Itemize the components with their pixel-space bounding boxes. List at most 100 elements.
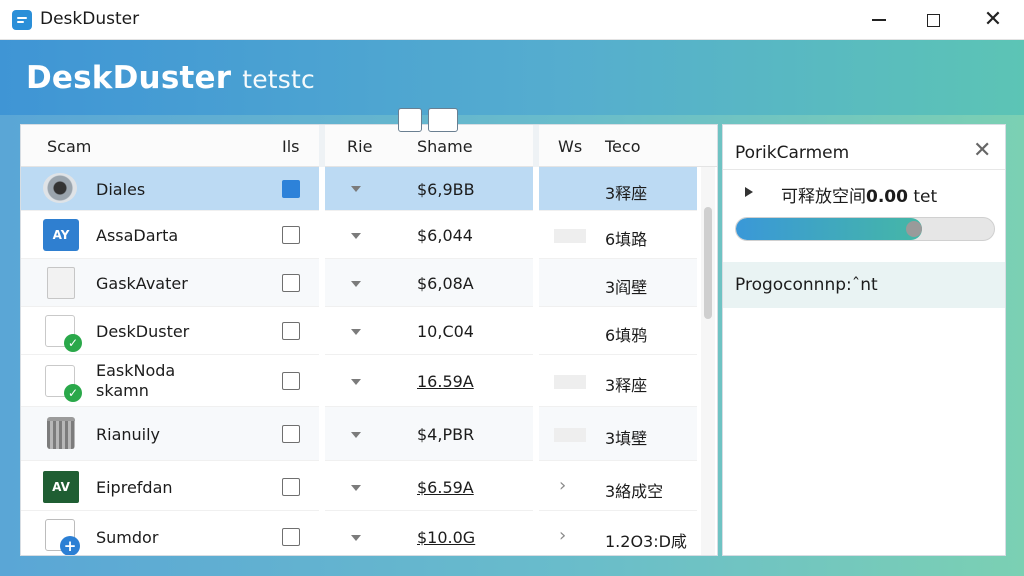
maximize-icon bbox=[926, 13, 940, 27]
placeholder-cell bbox=[554, 375, 586, 389]
row-size: 10,C04 bbox=[417, 322, 474, 341]
chevron-down-icon[interactable] bbox=[351, 329, 361, 335]
row-name: Rianuily bbox=[96, 425, 161, 444]
scrollbar-thumb[interactable] bbox=[704, 207, 712, 319]
section-label: Progoconnnp:ˆnt bbox=[735, 275, 878, 295]
chevron-down-icon[interactable] bbox=[351, 233, 361, 239]
file-table: Scam Ils Rie Shame Ws Teco Diales $6,9BB… bbox=[20, 124, 718, 556]
chevron-right-icon[interactable]: › bbox=[559, 525, 566, 546]
checkmark-icon: ✓ bbox=[64, 334, 82, 352]
app-check-icon: ✓ bbox=[45, 315, 82, 352]
freeable-value: 0.00 bbox=[866, 187, 908, 207]
banner-title-main: DeskDuster bbox=[26, 60, 232, 96]
row-tag: 1.2O3:D咸 bbox=[605, 532, 687, 551]
close-icon[interactable]: ✕ bbox=[973, 138, 991, 163]
row-name: DeskDuster bbox=[96, 322, 190, 341]
table-row[interactable]: ✓ EaskNoda skamn 16.59A 3释座 bbox=[21, 355, 697, 407]
document-icon bbox=[47, 267, 75, 299]
row-size[interactable]: 16.59A bbox=[417, 372, 474, 391]
chevron-right-icon[interactable]: › bbox=[559, 475, 566, 496]
chevron-down-icon[interactable] bbox=[351, 432, 361, 438]
row-checkbox[interactable] bbox=[282, 478, 300, 496]
row-size: $6,044 bbox=[417, 226, 473, 245]
row-checkbox[interactable] bbox=[282, 322, 300, 340]
row-checkbox[interactable] bbox=[282, 274, 300, 292]
freeable-prefix: 可释放空间 bbox=[781, 187, 866, 207]
row-size[interactable]: $6.59A bbox=[417, 478, 474, 497]
page-icon[interactable] bbox=[398, 108, 422, 132]
table-scrollbar[interactable] bbox=[701, 167, 715, 555]
progress-fill bbox=[736, 218, 922, 240]
column-gap bbox=[319, 167, 325, 555]
row-checkbox[interactable] bbox=[282, 372, 300, 390]
media-icon[interactable] bbox=[428, 108, 458, 132]
section-header[interactable]: Progoconnnp:ˆnt bbox=[723, 262, 1005, 308]
freeable-space-text: 可释放空间0.00 tet bbox=[781, 182, 937, 207]
banner: DeskDuster tetstc bbox=[0, 40, 1024, 115]
banner-title: DeskDuster tetstc bbox=[26, 60, 315, 96]
row-tag: 6填路 bbox=[605, 230, 648, 249]
column-header-name[interactable]: Scam bbox=[47, 137, 91, 156]
maximize-button[interactable] bbox=[910, 0, 956, 40]
close-icon: ✕ bbox=[983, 7, 1003, 32]
row-checkbox[interactable] bbox=[282, 425, 300, 443]
column-separator bbox=[533, 125, 539, 167]
row-size[interactable]: $10.0G bbox=[417, 528, 475, 547]
row-name: GaskAvater bbox=[96, 274, 188, 293]
minimize-button[interactable] bbox=[856, 0, 902, 40]
table-row[interactable]: AV Eiprefdan $6.59A › 3絡成空 bbox=[21, 461, 697, 511]
row-size: $6,08A bbox=[417, 274, 474, 293]
image-check-icon: ✓ bbox=[45, 365, 82, 402]
row-tag: 3阎壁 bbox=[605, 278, 648, 297]
column-header-tag[interactable]: Teco bbox=[605, 137, 640, 156]
floating-icons bbox=[398, 108, 458, 134]
freeable-suffix: tet bbox=[907, 187, 938, 207]
table-row[interactable]: Diales $6,9BB 3释座 bbox=[21, 167, 697, 211]
spreadsheet-icon: AV bbox=[43, 471, 79, 503]
row-size: $4,PBR bbox=[417, 425, 475, 444]
column-header-w[interactable]: Ws bbox=[558, 137, 582, 156]
chevron-down-icon[interactable] bbox=[351, 379, 361, 385]
row-name: Diales bbox=[96, 180, 146, 199]
row-checkbox[interactable] bbox=[282, 528, 300, 546]
row-tag: 6填鸦 bbox=[605, 326, 648, 345]
row-name: EaskNoda skamn bbox=[96, 361, 175, 401]
column-header-size[interactable]: Shame bbox=[417, 137, 473, 156]
placeholder-cell bbox=[554, 229, 586, 243]
row-tag: 3填壁 bbox=[605, 429, 648, 448]
expand-icon[interactable] bbox=[745, 187, 753, 197]
minimize-icon bbox=[872, 19, 886, 21]
table-row[interactable]: + Sumdor $10.0G › 1.2O3:D咸 bbox=[21, 511, 697, 555]
row-tag: 3释座 bbox=[605, 376, 648, 395]
app-icon bbox=[12, 10, 32, 30]
column-separator bbox=[319, 125, 325, 167]
chevron-down-icon[interactable] bbox=[351, 485, 361, 491]
row-checkbox[interactable] bbox=[282, 226, 300, 244]
row-name: Sumdor bbox=[96, 528, 159, 547]
column-header-check[interactable]: Ils bbox=[282, 137, 300, 156]
progress-knob[interactable] bbox=[905, 221, 922, 237]
table-row[interactable]: ✓ DeskDuster 10,C04 6填鸦 bbox=[21, 307, 697, 355]
table-row[interactable]: Rianuily $4,PBR 3填壁 bbox=[21, 407, 697, 461]
row-checkbox[interactable] bbox=[282, 180, 300, 198]
column-header-type[interactable]: Rie bbox=[347, 137, 372, 156]
panel-title: PorikCarmem bbox=[735, 143, 850, 163]
table-row[interactable]: GaskAvater $6,08A 3阎壁 bbox=[21, 259, 697, 307]
row-name: Eiprefdan bbox=[96, 478, 173, 497]
chevron-down-icon[interactable] bbox=[351, 186, 361, 192]
plus-icon: + bbox=[60, 536, 80, 555]
table-row[interactable]: AY AssaDarta $6,044 6填路 bbox=[21, 211, 697, 259]
chevron-down-icon[interactable] bbox=[351, 535, 361, 541]
row-tag: 3释座 bbox=[605, 184, 648, 203]
webcam-icon bbox=[43, 173, 77, 203]
progress-bar bbox=[735, 217, 995, 241]
chevron-down-icon[interactable] bbox=[351, 281, 361, 287]
add-file-icon: + bbox=[45, 519, 80, 555]
checkmark-icon: ✓ bbox=[64, 384, 82, 402]
divider bbox=[723, 169, 1005, 170]
row-size: $6,9BB bbox=[417, 180, 475, 199]
table-header: Scam Ils Rie Shame Ws Teco bbox=[21, 125, 717, 167]
close-button[interactable]: ✕ bbox=[970, 0, 1016, 40]
row-name: AssaDarta bbox=[96, 226, 179, 245]
details-panel: PorikCarmem ✕ 可释放空间0.00 tet Progoconnnp:… bbox=[722, 124, 1006, 556]
